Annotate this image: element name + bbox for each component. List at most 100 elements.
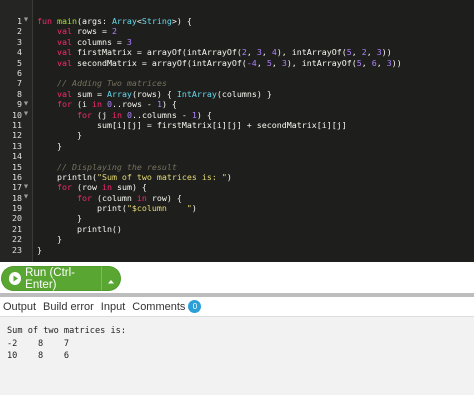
- code-token: (args:: [76, 16, 112, 27]
- code-token: val: [56, 26, 77, 37]
- code-line[interactable]: val columns = 3: [37, 37, 474, 47]
- code-token: -4: [246, 57, 257, 68]
- code-token: ,: [361, 57, 372, 68]
- line-number: 18: [12, 192, 22, 203]
- code-token: ,: [351, 47, 362, 58]
- code-editor[interactable]: 1 ▼ 2 3 4 5 6 7 8 9 ▼ 10 ▼ 11 12 13 14 15 16 17 ▼ 18 ▼ 19 20 21 22…: [0, 0, 474, 262]
- code-token: main: [56, 16, 77, 27]
- gutter-row: 6: [0, 68, 32, 78]
- gutter-row: 17 ▼: [0, 182, 32, 192]
- gutter-row: 15: [0, 161, 32, 171]
- output-line: -2 8 7: [7, 338, 70, 349]
- code-area[interactable]: fun main (args: Array < String >) { val rows…: [33, 0, 474, 262]
- output-panel: Sum of two matrices is: -2 8 7 10 8 6: [0, 316, 474, 395]
- code-token: ,: [376, 57, 387, 68]
- code-token: }: [56, 234, 62, 245]
- code-token: ,: [246, 47, 257, 58]
- code-token: for: [56, 182, 77, 193]
- line-number: 19: [12, 203, 22, 214]
- fold-arrow-icon[interactable]: ▼: [22, 184, 30, 191]
- code-line[interactable]: val sum = Array (rows) { IntArray (columns…: [37, 89, 474, 99]
- code-token: IntArray: [176, 88, 217, 99]
- code-token: println(): [76, 223, 122, 234]
- fold-arrow-icon[interactable]: ▼: [22, 195, 30, 201]
- code-line[interactable]: val firstMatrix = arrayOf(intArrayOf(2, …: [37, 47, 474, 57]
- gutter-row: 3: [0, 37, 32, 47]
- code-line[interactable]: val secondMatrix = arrayOf(intArrayOf(-4…: [37, 58, 474, 68]
- code-line[interactable]: // Adding Two matrices: [37, 78, 474, 88]
- code-line[interactable]: for (row in sum) {: [37, 182, 474, 192]
- code-line[interactable]: val rows = 2: [37, 26, 474, 36]
- run-button-label: Run (Ctrl-Enter): [25, 266, 75, 291]
- code-line[interactable]: sum[i][j] = firstMatrix[i][j] + secondMa…: [37, 120, 474, 130]
- code-line[interactable]: }: [37, 213, 474, 223]
- code-token: columns =: [76, 36, 127, 47]
- code-token: ): [226, 171, 232, 182]
- code-line[interactable]: }: [37, 234, 474, 244]
- code-line[interactable]: println("Sum of two matrices is: "): [37, 172, 474, 182]
- code-line[interactable]: }: [37, 245, 474, 255]
- gutter-row: 20: [0, 213, 32, 223]
- tab-comments-label: Comments: [132, 300, 186, 313]
- code-line[interactable]: fun main (args: Array < String >) {: [37, 16, 474, 26]
- output-line: 10 8 6: [7, 351, 70, 361]
- run-options-dropdown[interactable]: [101, 266, 121, 291]
- gutter-row: 19: [0, 203, 32, 213]
- code-token: val: [56, 57, 77, 68]
- code-token: in: [136, 192, 152, 203]
- code-token: (rows) {: [131, 88, 177, 99]
- line-number: 8: [17, 88, 22, 99]
- tab-input[interactable]: Input: [101, 301, 125, 313]
- code-token: sum =: [76, 88, 107, 99]
- code-line[interactable]: // Displaying the result: [37, 161, 474, 171]
- code-line[interactable]: for (column in row) {: [37, 193, 474, 203]
- code-token: ,: [256, 57, 267, 68]
- code-line[interactable]: for (j in 0 ..columns - 1) {: [37, 110, 474, 120]
- fold-arrow-icon[interactable]: ▼: [22, 111, 30, 118]
- code-token: ) {: [161, 99, 177, 110]
- line-number: 12: [12, 130, 22, 141]
- code-token: val: [56, 36, 77, 47]
- line-number: 7: [17, 78, 22, 89]
- code-line[interactable]: print("$column "): [37, 203, 474, 213]
- code-comment: // Displaying the result: [56, 161, 177, 172]
- code-line[interactable]: for (i in 0 ..rows - 1) {: [37, 99, 474, 109]
- tab-build-error[interactable]: Build error: [43, 301, 94, 313]
- fold-arrow-icon[interactable]: ▼: [22, 101, 30, 108]
- gutter-row: 4: [0, 47, 32, 57]
- line-number: 10: [12, 109, 22, 120]
- fold-arrow-icon[interactable]: ▼: [22, 18, 30, 24]
- gutter-row: 13: [0, 141, 32, 151]
- code-token: ..columns -: [131, 109, 192, 120]
- tab-comments[interactable]: Comments 0: [132, 300, 202, 313]
- line-number: 23: [12, 244, 22, 255]
- code-line[interactable]: }: [37, 130, 474, 140]
- code-line[interactable]: println(): [37, 224, 474, 234]
- code-line[interactable]: [37, 151, 474, 161]
- gutter-row: 2: [0, 26, 32, 36]
- tab-output[interactable]: Output: [3, 301, 36, 313]
- code-token: row) {: [151, 192, 182, 203]
- code-line[interactable]: [37, 68, 474, 78]
- code-token: in: [101, 182, 117, 193]
- code-token: for: [76, 192, 97, 203]
- run-button[interactable]: Run (Ctrl-Enter): [1, 266, 101, 291]
- gutter-row: 11: [0, 120, 32, 130]
- code-token: )): [391, 57, 402, 68]
- gutter-row: 5: [0, 58, 32, 68]
- code-token: (column: [96, 192, 137, 203]
- code-token: for: [76, 109, 97, 120]
- line-number: 3: [17, 36, 22, 47]
- gutter-row: 21: [0, 224, 32, 234]
- code-line[interactable]: }: [37, 141, 474, 151]
- gutter-row: 23: [0, 245, 32, 255]
